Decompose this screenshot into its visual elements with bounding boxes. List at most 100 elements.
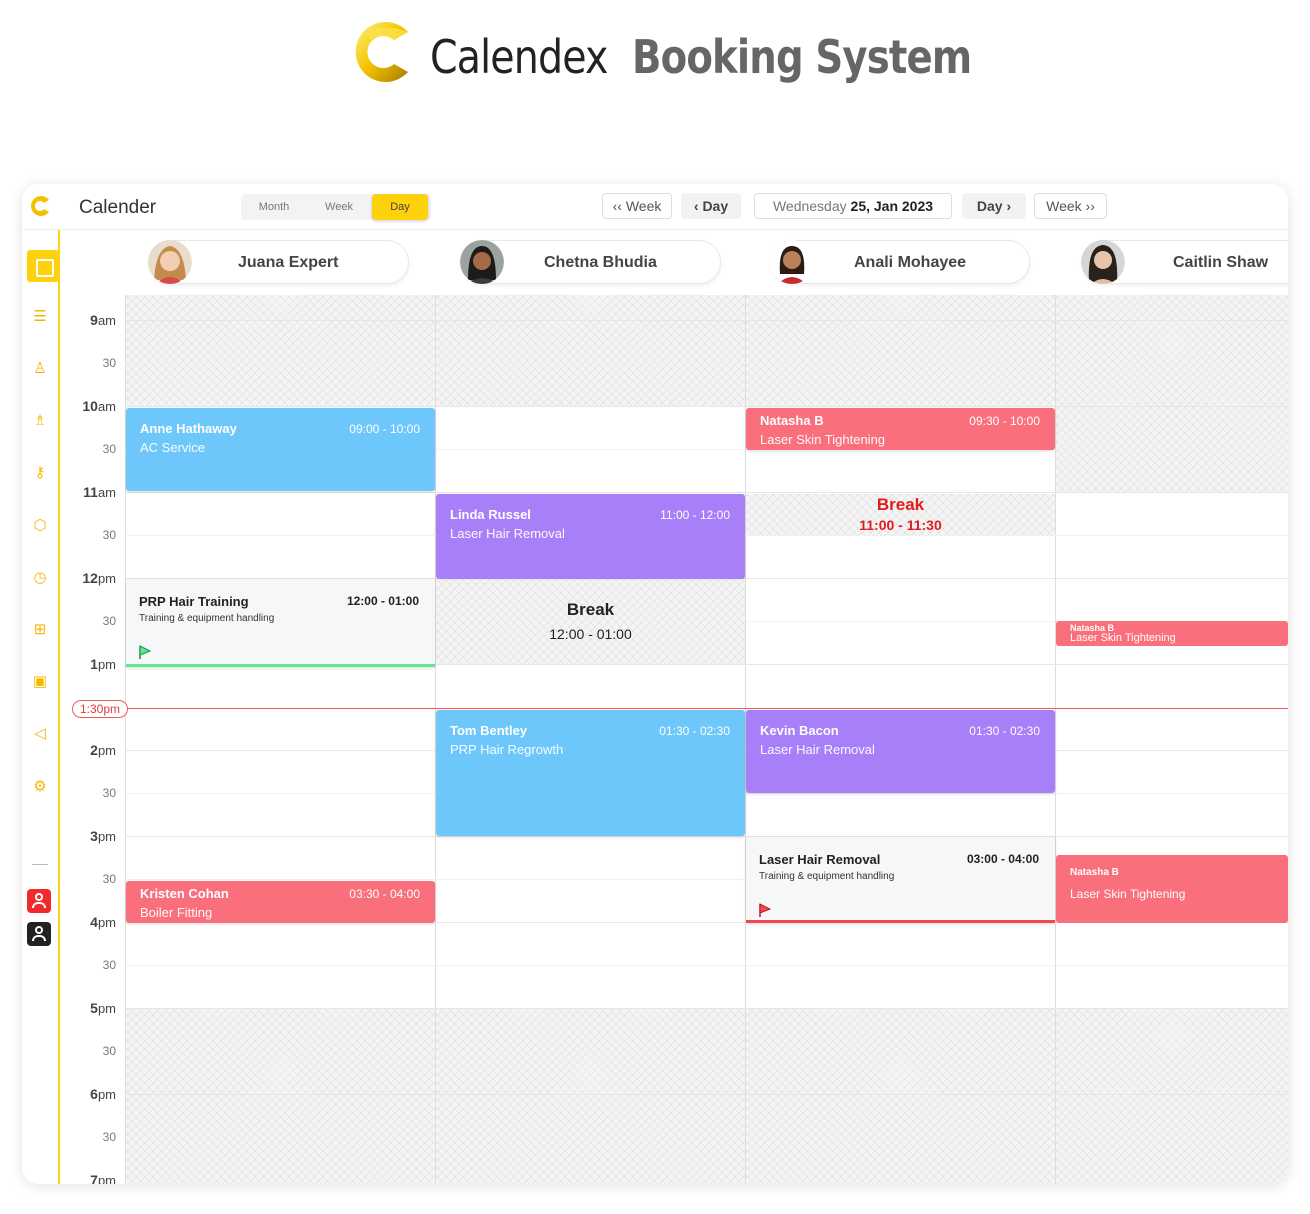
time-label-1pm: 1pm bbox=[90, 656, 116, 672]
flag-icon bbox=[759, 903, 771, 917]
page-title: Calender bbox=[79, 197, 157, 218]
break-title: Break bbox=[566, 600, 615, 619]
prev-day-label: Day bbox=[702, 198, 729, 214]
appointment-service: AC Service bbox=[140, 440, 206, 455]
appointment-name: Kevin Bacon bbox=[760, 723, 839, 738]
avatar bbox=[460, 240, 504, 284]
appointment-name: Linda Russel bbox=[450, 507, 531, 522]
time-label-2pm: 2pm bbox=[90, 742, 116, 758]
view-month-button[interactable]: Month bbox=[241, 194, 307, 220]
brand-subtitle: Booking System bbox=[632, 30, 972, 84]
appointment-natasha-b-small[interactable]: Natasha B Laser Skin Tightening bbox=[1056, 621, 1288, 646]
appointment-service: Laser Skin Tightening bbox=[1070, 632, 1176, 644]
appointment-name: Anne Hathaway bbox=[140, 421, 237, 436]
avatar bbox=[770, 240, 814, 284]
staff-name: Caitlin Shaw bbox=[1173, 254, 1269, 271]
staff-name: Anali Mohayee bbox=[854, 254, 967, 271]
clock-icon[interactable]: ◷ bbox=[31, 569, 49, 587]
appointment-tom-bentley[interactable]: Tom Bentley 01:30 - 02:30 PRP Hair Regro… bbox=[436, 710, 745, 836]
chevron-right-icon: › bbox=[1006, 198, 1012, 214]
megaphone-icon[interactable]: ◁ bbox=[31, 725, 49, 743]
training-bar bbox=[746, 920, 1055, 923]
break-time: 12:00 - 01:00 bbox=[549, 626, 632, 642]
appointment-service: PRP Hair Regrowth bbox=[450, 742, 564, 757]
training-prp-hair[interactable]: PRP Hair Training 12:00 - 01:00 Training… bbox=[126, 579, 435, 667]
current-date[interactable]: Wednesday 25, Jan 2023 bbox=[754, 193, 952, 219]
unavailable-block bbox=[1056, 1008, 1288, 1184]
profile-dark-icon[interactable] bbox=[27, 922, 51, 946]
training-desc: Training & equipment handling bbox=[759, 871, 895, 882]
grid-line bbox=[125, 320, 1288, 321]
calendex-logo-icon bbox=[355, 22, 408, 82]
appointment-time: 11:00 - 12:00 bbox=[660, 508, 730, 522]
training-time: 12:00 - 01:00 bbox=[346, 594, 419, 608]
key-icon[interactable]: ⚷ bbox=[31, 464, 49, 482]
time-label-930: 30 bbox=[102, 356, 116, 370]
staff-name: Juana Expert bbox=[238, 254, 339, 271]
calendar-icon[interactable] bbox=[27, 250, 59, 282]
package-icon[interactable]: ⬡ bbox=[31, 517, 49, 535]
time-label-1230: 30 bbox=[102, 614, 116, 628]
prev-week-button[interactable]: ‹‹ Week bbox=[602, 193, 672, 219]
staff-header-anali[interactable]: Anali Mohayee bbox=[770, 240, 1030, 284]
staff-header-juana[interactable]: Juana Expert bbox=[148, 240, 409, 284]
chart-icon[interactable]: ▣ bbox=[31, 673, 49, 691]
gift-icon[interactable]: ⊞ bbox=[31, 621, 49, 639]
prev-day-button[interactable]: ‹ Day bbox=[681, 193, 741, 219]
unavailable-block bbox=[746, 1008, 1055, 1184]
appointment-anne-hathaway[interactable]: Anne Hathaway 09:00 - 10:00 AC Service bbox=[126, 408, 435, 491]
appointment-kevin-bacon[interactable]: Kevin Bacon 01:30 - 02:30 Laser Hair Rem… bbox=[746, 710, 1055, 793]
avatar bbox=[148, 240, 192, 284]
grid-line bbox=[125, 492, 1288, 493]
time-label-1030: 30 bbox=[102, 442, 116, 456]
user-icon[interactable]: ♙ bbox=[31, 360, 49, 378]
appointment-linda-russel[interactable]: Linda Russel 11:00 - 12:00 Laser Hair Re… bbox=[436, 494, 745, 579]
staff-header-caitlin[interactable]: Caitlin Shaw bbox=[1081, 240, 1288, 284]
training-desc: Training & equipment handling bbox=[139, 613, 275, 624]
grid-line bbox=[125, 1094, 1288, 1095]
appointment-service: Laser Hair Removal bbox=[450, 526, 565, 541]
appointment-natasha-b[interactable]: Natasha B 09:30 - 10:00 Laser Skin Tight… bbox=[746, 408, 1055, 450]
grid-line bbox=[125, 406, 1288, 407]
time-label-330: 30 bbox=[102, 872, 116, 886]
appointment-time: 09:00 - 10:00 bbox=[349, 422, 420, 436]
time-label-11am: 11am bbox=[83, 484, 116, 500]
view-week-button[interactable]: Week bbox=[307, 194, 371, 220]
view-day-button[interactable]: Day bbox=[372, 194, 428, 220]
appointment-service: Laser Skin Tightening bbox=[760, 432, 886, 447]
break-anali: Break 11:00 - 11:30 bbox=[746, 495, 1055, 533]
appointment-time: 01:30 - 02:30 bbox=[969, 724, 1040, 738]
appointment-kristen-cohan[interactable]: Kristen Cohan 03:30 - 04:00 Boiler Fitti… bbox=[126, 881, 435, 923]
staff-header-chetna[interactable]: Chetna Bhudia bbox=[460, 240, 721, 284]
time-label-230: 30 bbox=[102, 786, 116, 800]
list-icon[interactable]: ☰ bbox=[31, 308, 49, 326]
prev-week-label: Week bbox=[625, 198, 662, 214]
break-time: 11:00 - 11:30 bbox=[859, 517, 942, 533]
appointment-name: Tom Bentley bbox=[450, 723, 528, 738]
appointment-natasha-b-caitlin[interactable]: Natasha B Laser Skin Tightening bbox=[1056, 855, 1288, 923]
training-name: PRP Hair Training bbox=[139, 594, 249, 609]
time-label-4pm: 4pm bbox=[90, 914, 116, 930]
training-bar bbox=[126, 664, 435, 667]
unavailable-block bbox=[126, 1008, 435, 1184]
time-label-12pm: 12pm bbox=[82, 570, 116, 586]
next-day-button[interactable]: Day › bbox=[962, 193, 1026, 219]
training-time: 03:00 - 04:00 bbox=[966, 852, 1039, 866]
top-bar: Calender Month Week Day ‹‹ Week ‹ Day We… bbox=[22, 184, 1288, 230]
training-laser-hair-removal[interactable]: Laser Hair Removal 03:00 - 04:00 Trainin… bbox=[746, 837, 1055, 923]
appointment-service: Laser Skin Tightening bbox=[1070, 887, 1186, 901]
appointment-time: 09:30 - 10:00 bbox=[969, 414, 1040, 428]
grid-line bbox=[125, 836, 1288, 837]
profile-red-icon[interactable] bbox=[27, 889, 51, 913]
next-day-label: Day bbox=[976, 198, 1003, 214]
next-week-button[interactable]: Week ›› bbox=[1034, 193, 1107, 219]
break-title: Break bbox=[876, 495, 925, 514]
appointment-name: Natasha B bbox=[760, 413, 824, 428]
staff-icon[interactable]: ♗ bbox=[31, 412, 49, 430]
unavailable-block bbox=[1056, 295, 1288, 492]
time-label-3pm: 3pm bbox=[90, 828, 116, 844]
settings-icon[interactable]: ⚙ bbox=[31, 778, 49, 796]
app-logo-icon bbox=[31, 196, 49, 216]
grid-line bbox=[125, 1008, 1288, 1009]
view-switcher: Month Week Day bbox=[241, 194, 431, 220]
